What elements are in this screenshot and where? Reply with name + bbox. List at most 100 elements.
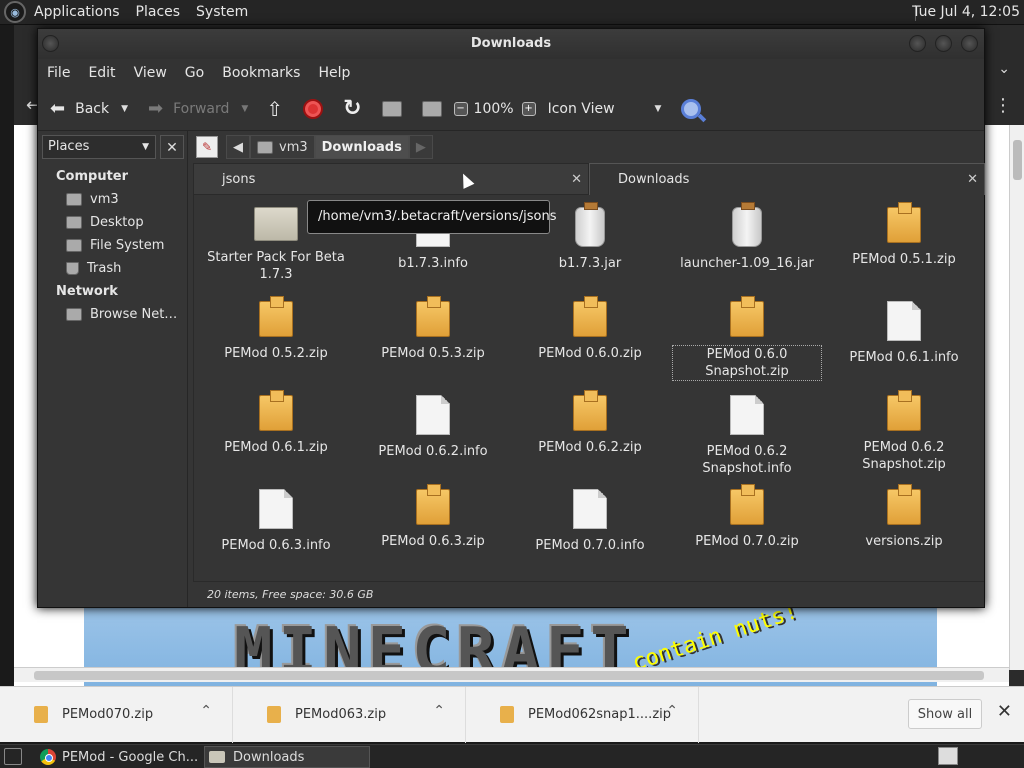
panel-clock[interactable]: Tue Jul 4, 12:05 [912, 0, 1020, 25]
chevron-up-icon[interactable]: ⌃ [433, 703, 445, 719]
search-button[interactable] [681, 94, 702, 124]
chevron-up-icon[interactable]: ⌃ [200, 703, 212, 719]
scrollbar-thumb[interactable] [1013, 140, 1022, 180]
window-menu-icon[interactable] [42, 35, 59, 52]
file-item[interactable]: PEMod 0.6.1.zip [201, 390, 351, 456]
sidebar-item-vm3[interactable]: vm3 [66, 192, 119, 207]
file-name-label: b1.7.3.info [398, 256, 468, 271]
toggle-location-entry-button[interactable]: ✎ [196, 136, 218, 158]
tray-notes-icon[interactable] [938, 747, 958, 765]
close-icon[interactable]: ✕ [967, 172, 978, 187]
tab-jsons[interactable]: jsons ✕ [193, 163, 589, 195]
download-item[interactable]: PEMod062snap1....zip ⌃ [466, 686, 699, 743]
chevron-down-icon[interactable]: ▼ [241, 104, 248, 114]
sidebar-mode-select[interactable]: Places ▼ [42, 135, 156, 159]
download-item[interactable]: PEMod063.zip ⌃ [233, 686, 466, 743]
sidebar-item-file-system[interactable]: File System [66, 238, 164, 253]
file-item[interactable]: PEMod 0.6.3.zip [358, 484, 508, 550]
path-scroll-left-button[interactable]: ◀ [226, 135, 250, 159]
file-name-label: PEMod 0.5.2.zip [224, 346, 328, 361]
file-name-label: PEMod 0.5.1.zip [852, 252, 956, 267]
zoom-level[interactable]: 100% [474, 94, 514, 124]
browser-vertical-scrollbar[interactable] [1009, 125, 1024, 670]
document-icon [887, 301, 921, 341]
show-desktop-icon[interactable] [4, 748, 22, 765]
chevron-down-icon[interactable]: ⌄ [998, 61, 1010, 77]
path-segment-downloads[interactable]: Downloads [314, 135, 409, 159]
file-item[interactable]: PEMod 0.6.2 Snapshot.info [672, 395, 822, 477]
chevron-up-icon[interactable]: ⌃ [666, 703, 678, 719]
chevron-right-icon: ▶ [415, 139, 426, 155]
browser-menu-icon[interactable]: ⋮ [994, 95, 1012, 116]
minimize-icon[interactable] [909, 35, 926, 52]
zoom-out-button[interactable]: − [453, 94, 474, 124]
close-icon[interactable]: ✕ [571, 172, 582, 187]
file-item[interactable]: PEMod 0.6.3.info [201, 489, 351, 554]
show-all-downloads-button[interactable]: Show all [908, 699, 982, 729]
close-icon[interactable] [961, 35, 978, 52]
file-item[interactable]: PEMod 0.6.0.zip [515, 296, 665, 362]
sidebar-item-trash[interactable]: Trash [66, 261, 121, 276]
tab-downloads[interactable]: Downloads ✕ [589, 163, 985, 195]
zip-icon [887, 390, 921, 431]
home-button[interactable] [381, 94, 402, 124]
file-item[interactable]: PEMod 0.6.2 Snapshot.zip [829, 390, 979, 473]
document-icon [259, 489, 293, 529]
window-titlebar[interactable]: Downloads [38, 29, 984, 59]
sidebar-item-label: vm3 [90, 192, 119, 207]
desktop-icon [66, 216, 82, 229]
file-item[interactable]: launcher-1.09_16.jar [672, 202, 822, 272]
file-item[interactable]: PEMod 0.5.1.zip [829, 202, 979, 268]
file-item[interactable]: PEMod 0.5.3.zip [358, 296, 508, 362]
download-filename: PEMod062snap1....zip [528, 707, 672, 722]
menu-help[interactable]: Help [309, 65, 359, 81]
file-item[interactable]: PEMod 0.6.2.info [358, 395, 508, 460]
sidebar-item-label: Desktop [90, 215, 144, 230]
distro-logo-icon[interactable]: ◉ [4, 1, 26, 23]
menu-view[interactable]: View [125, 65, 176, 81]
sidebar-item-desktop[interactable]: Desktop [66, 215, 144, 230]
close-icon[interactable]: ✕ [997, 701, 1012, 722]
close-sidebar-button[interactable]: ✕ [160, 135, 184, 159]
stop-button[interactable] [303, 94, 324, 124]
download-item[interactable]: PEMod070.zip ⌃ [0, 686, 233, 743]
panel-menu-applications[interactable]: Applications [26, 0, 128, 25]
file-item[interactable]: versions.zip [829, 484, 979, 550]
file-item[interactable]: PEMod 0.6.2.zip [515, 390, 665, 456]
path-scroll-right-button[interactable]: ▶ [408, 135, 433, 159]
browser-horizontal-scrollbar[interactable] [14, 667, 1009, 682]
sidebar-item-browse-network[interactable]: Browse Net… [66, 307, 177, 322]
up-button[interactable]: ⇧ [266, 94, 283, 124]
view-mode-select[interactable]: Icon View ▼ [548, 94, 662, 124]
menu-file[interactable]: File [38, 65, 79, 81]
panel-menu-places[interactable]: Places [128, 0, 189, 25]
task-button-downloads[interactable]: Downloads [204, 746, 370, 768]
menu-edit[interactable]: Edit [79, 65, 124, 81]
file-item[interactable]: PEMod 0.6.0 Snapshot.zip [672, 296, 822, 381]
home-folder-icon [381, 100, 402, 117]
file-name-label: PEMod 0.6.2.zip [538, 440, 642, 455]
task-button-chrome[interactable]: PEMod - Google Ch... [36, 746, 202, 768]
reload-button[interactable]: ↻ [343, 94, 361, 124]
file-item[interactable]: PEMod 0.6.1.info [829, 301, 979, 366]
menu-go[interactable]: Go [176, 65, 213, 81]
back-button[interactable]: ⬅ Back ▼ [50, 94, 128, 124]
minecraft-splash-text: contain nuts! [629, 605, 801, 676]
forward-button[interactable]: ➡ Forward ▼ [148, 94, 248, 124]
zoom-in-button[interactable]: + [521, 94, 542, 124]
computer-button[interactable] [421, 94, 442, 124]
chevron-down-icon[interactable]: ▼ [121, 104, 128, 114]
file-item[interactable]: PEMod 0.7.0.info [515, 489, 665, 554]
maximize-icon[interactable] [935, 35, 952, 52]
file-item[interactable]: PEMod 0.7.0.zip [672, 484, 822, 550]
file-item[interactable]: PEMod 0.5.2.zip [201, 296, 351, 362]
path-segment-vm3[interactable]: vm3 [250, 135, 315, 159]
menu-bookmarks[interactable]: Bookmarks [213, 65, 309, 81]
stop-icon [303, 98, 324, 119]
download-filename: PEMod063.zip [295, 707, 387, 722]
file-name-label: PEMod 0.6.0 Snapshot.zip [672, 345, 822, 381]
scrollbar-thumb[interactable] [34, 671, 984, 680]
edit-icon: ✎ [201, 140, 213, 154]
panel-menu-system[interactable]: System [188, 0, 256, 25]
close-icon: ✕ [166, 140, 178, 156]
